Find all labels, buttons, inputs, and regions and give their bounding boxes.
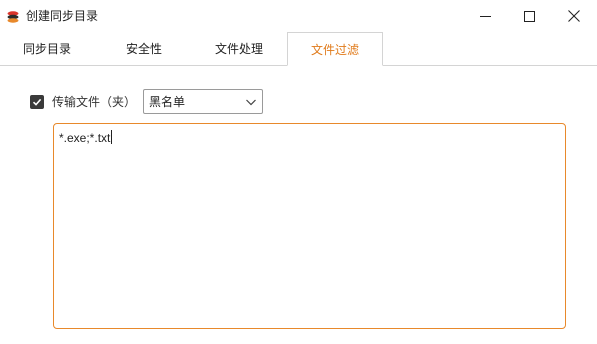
filter-mode-select[interactable]: 黑名单 — [143, 89, 263, 114]
filter-pattern-text: *.exe;*.txt — [59, 130, 113, 145]
tab-security[interactable]: 安全性 — [108, 34, 180, 64]
tab-sync-directory[interactable]: 同步目录 — [10, 34, 84, 64]
transfer-files-checkbox[interactable] — [30, 95, 44, 109]
tab-file-processing[interactable]: 文件处理 — [200, 34, 278, 64]
close-button[interactable] — [551, 0, 597, 32]
app-logo-icon — [6, 9, 20, 23]
minimize-icon — [479, 15, 491, 17]
chevron-down-icon — [246, 99, 256, 106]
checkmark-icon — [32, 98, 42, 106]
minimize-button[interactable] — [462, 0, 508, 32]
maximize-button[interactable] — [506, 0, 552, 32]
window-title: 创建同步目录 — [26, 9, 99, 23]
filter-pattern-textarea[interactable]: *.exe;*.txt — [53, 123, 566, 329]
transfer-files-label: 传输文件（夹） — [52, 95, 137, 109]
tab-file-filter[interactable]: 文件过滤 — [287, 32, 383, 66]
maximize-icon — [523, 10, 535, 22]
create-sync-directory-window: 创建同步目录 同步目录 安全性 文件处理 文件过滤 传输文件（夹） 黑名单 *.… — [0, 0, 597, 344]
close-icon — [568, 10, 580, 22]
title-bar: 创建同步目录 — [0, 0, 597, 32]
filter-mode-value: 黑名单 — [149, 95, 186, 109]
text-caret — [111, 130, 113, 144]
